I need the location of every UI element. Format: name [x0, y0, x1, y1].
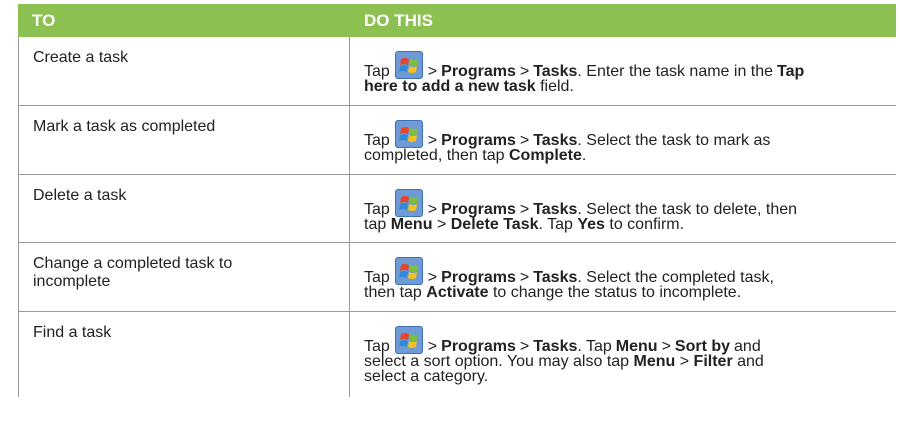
header-to: TO — [32, 11, 56, 30]
windows-start-icon — [395, 326, 423, 354]
row-instructions: Tap > Programs > Tasks. Select the task to d… — [350, 175, 896, 242]
table-header: TO DO THIS — [18, 4, 896, 37]
table-row: Find a task Tap > Programs > Tasks. Tap Menu >… — [18, 312, 896, 397]
windows-start-icon — [395, 120, 423, 148]
row-instructions: Tap > Programs > Tasks. Tap Menu > Sort by and s… — [350, 312, 896, 397]
row-instructions: Tap > Programs > Tasks. Select the task to m… — [350, 106, 896, 174]
row-task: Find a task — [19, 312, 350, 397]
header-do-this: DO THIS — [364, 11, 433, 30]
windows-start-icon — [395, 257, 423, 285]
row-task: Mark a task as completed — [19, 106, 350, 174]
row-task: Change a completed task to incomplete — [19, 243, 350, 311]
table-row: Delete a task Tap > Programs > Tasks. Select… — [18, 175, 896, 243]
tasks-table: TO DO THIS Create a task Tap > Programs > Ta… — [18, 4, 896, 397]
table-row: Change a completed task to incomplete Ta… — [18, 243, 896, 312]
windows-start-icon — [395, 51, 423, 79]
table-row: Create a task Tap > Programs > Tasks. Enter … — [18, 37, 896, 106]
windows-start-icon — [395, 189, 423, 217]
row-task: Create a task — [19, 37, 350, 105]
row-instructions: Tap > Programs > Tasks. Select the completed… — [350, 243, 896, 311]
table-row: Mark a task as completed Tap > Programs > Ta… — [18, 106, 896, 175]
row-instructions: Tap > Programs > Tasks. Enter the task name … — [350, 37, 896, 105]
row-task: Delete a task — [19, 175, 350, 242]
